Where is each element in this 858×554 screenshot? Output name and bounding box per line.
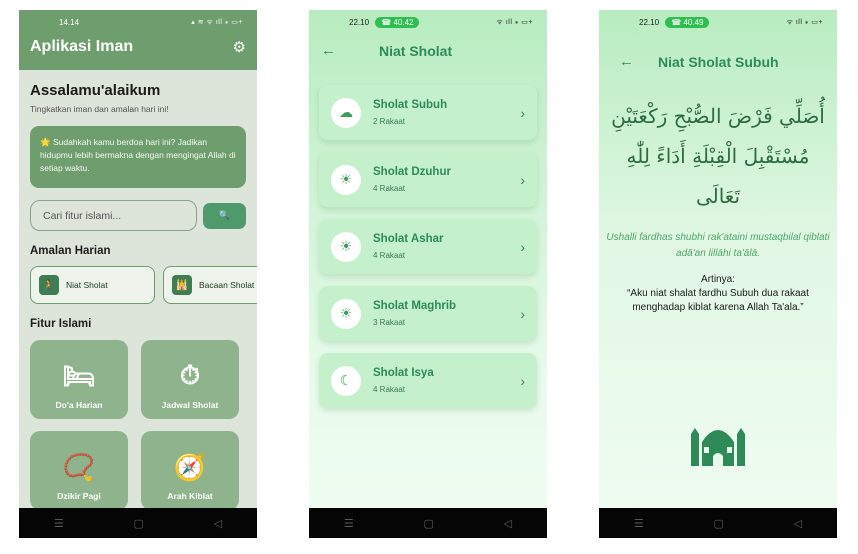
app-header: 14.14 ▴ ≋ ᯤ ıll ⁎ ▭+ Aplikasi Iman ⚙: [19, 10, 257, 70]
chevron-right-icon: ›: [520, 171, 525, 188]
arabic-text: أُصَلِّي فَرْضَ الصُّبْحِ رَكْعَتَيْنِ م…: [599, 70, 837, 216]
status-icons: ᯤ ıll ⁎ ▭+: [786, 18, 823, 26]
latin-transliteration: Ushalli fardhas shubhi rak'ataini mustaq…: [606, 232, 830, 259]
prayer-name: Sholat Ashar: [373, 233, 444, 245]
home-button[interactable]: ▢: [714, 517, 724, 530]
tile-arah-kiblat[interactable]: 🧭 Arah Kiblat: [141, 431, 239, 510]
prayer-card-subuh[interactable]: ☁ Sholat Subuh 2 Rakaat ›: [319, 85, 537, 140]
mosque-icon: 🕌: [172, 275, 192, 295]
chip-bacaan-sholat[interactable]: 🕌 Bacaan Sholat: [163, 266, 257, 304]
recent-apps-button[interactable]: ☰: [634, 517, 644, 530]
status-bar: 22.10 ☎ 40.42 ᯤ ıll ⁎ ▭+: [309, 10, 547, 34]
mosque-icon: [691, 428, 745, 466]
tile-label: Arah Kiblat: [167, 491, 213, 501]
greeting-subtitle: Tingkatkan iman dan amalan hari ini!: [30, 104, 169, 114]
chevron-right-icon: ›: [520, 238, 525, 255]
chevron-right-icon: ›: [520, 305, 525, 322]
status-bar: 22.10 ☎ 40.49 ᯤ ıll ⁎ ▭+: [599, 10, 837, 34]
recent-apps-button[interactable]: ☰: [54, 517, 64, 530]
status-icons: ᯤ ıll ⁎ ▭+: [496, 18, 533, 26]
status-time: 22.10: [639, 17, 660, 27]
gear-icon[interactable]: ⚙: [233, 38, 246, 56]
search-input[interactable]: Cari fitur islami...: [30, 200, 197, 231]
chevron-right-icon: ›: [520, 104, 525, 121]
chip-label: Niat Sholat: [66, 280, 108, 290]
call-timer-badge[interactable]: ☎ 40.49: [665, 16, 710, 28]
section-features-title: Fitur Islami: [30, 318, 92, 330]
translation-label: Artinya:: [701, 274, 735, 285]
section-daily-title: Amalan Harian: [30, 245, 111, 257]
prayer-card-dzuhur[interactable]: ☀ Sholat Dzuhur 4 Rakaat ›: [319, 152, 537, 207]
prayer-rakaat: 2 Rakaat: [373, 117, 406, 126]
back-button[interactable]: ◁: [794, 517, 802, 530]
moon-icon: ☾: [331, 365, 361, 396]
chip-niat-sholat[interactable]: 🧎 Niat Sholat: [30, 266, 155, 304]
search-icon: 🔍: [218, 210, 231, 220]
sunset-icon: ☀: [331, 298, 361, 329]
back-arrow-icon[interactable]: ←: [321, 42, 379, 59]
niat-subuh-screen: 22.10 ☎ 40.49 ᯤ ıll ⁎ ▭+ ← Niat Sholat S…: [599, 10, 837, 538]
sun-low-icon: ☀: [331, 231, 361, 262]
app-title: Aplikasi Iman: [30, 38, 134, 55]
prayer-beads-icon: 📿: [62, 452, 96, 482]
prayer-card-isya[interactable]: ☾ Sholat Isya 4 Rakaat ›: [319, 353, 537, 408]
recent-apps-button[interactable]: ☰: [344, 517, 354, 530]
sun-icon: ☀: [331, 164, 361, 195]
chip-label: Bacaan Sholat: [199, 280, 255, 290]
home-button[interactable]: ▢: [424, 517, 434, 530]
back-arrow-icon[interactable]: ←: [619, 53, 658, 70]
compass-icon: 🧭: [173, 452, 207, 482]
tile-doa-harian[interactable]: 🛏 Do'a Harian: [30, 340, 128, 419]
prayer-card-maghrib[interactable]: ☀ Sholat Maghrib 3 Rakaat ›: [319, 286, 537, 341]
prayer-name: Sholat Subuh: [373, 99, 448, 111]
status-bar: 14.14 ▴ ≋ ᯤ ıll ⁎ ▭+: [19, 10, 257, 34]
status-time: 22.10: [349, 17, 370, 27]
chevron-right-icon: ›: [520, 372, 525, 389]
system-nav-bar: ☰ ▢ ◁: [599, 508, 837, 538]
status-icons: ▴ ≋ ᯤ ıll ⁎ ▭+: [191, 18, 243, 26]
tile-jadwal-sholat[interactable]: ⏱ Jadwal Sholat: [141, 340, 239, 419]
tile-dzikir-pagi[interactable]: 📿 Dzikir Pagi: [30, 431, 128, 510]
bed-icon: 🛏: [62, 361, 96, 391]
prayer-name: Sholat Dzuhur: [373, 166, 451, 178]
arabic-line: أُصَلِّي فَرْضَ الصُّبْحِ رَكْعَتَيْنِ: [611, 104, 825, 128]
back-button[interactable]: ◁: [504, 517, 512, 530]
prayer-rakaat: 4 Rakaat: [373, 251, 406, 260]
stopwatch-icon: ⏱: [179, 360, 201, 390]
search-button[interactable]: 🔍: [203, 202, 246, 229]
tile-label: Jadwal Sholat: [161, 400, 219, 410]
call-timer-badge[interactable]: ☎ 40.42: [375, 16, 420, 28]
status-time: 14.14: [59, 17, 80, 27]
prayer-name: Sholat Isya: [373, 367, 434, 379]
page-title: Niat Sholat Subuh: [658, 53, 779, 70]
prayer-rakaat: 3 Rakaat: [373, 318, 406, 327]
prayer-rakaat: 4 Rakaat: [373, 184, 406, 193]
back-button[interactable]: ◁: [214, 517, 222, 530]
page-title: Niat Sholat: [379, 42, 453, 59]
system-nav-bar: ☰ ▢ ◁: [309, 508, 547, 538]
system-nav-bar: ☰ ▢ ◁: [19, 508, 257, 538]
tip-card: 🌟 Sudahkah kamu berdoa hari ini? Jadikan…: [30, 126, 246, 188]
prayer-person-icon: 🧎: [39, 275, 59, 295]
tile-label: Dzikir Pagi: [57, 491, 101, 501]
arabic-line: مُسْتَقْبِلَ الْقِبْلَةِ أَدَاءً لِلّٰهِ…: [626, 144, 810, 208]
home-screen: 14.14 ▴ ≋ ᯤ ıll ⁎ ▭+ Aplikasi Iman ⚙ Ass…: [19, 10, 257, 538]
prayer-rakaat: 4 Rakaat: [373, 385, 406, 394]
prayer-name: Sholat Maghrib: [373, 300, 457, 312]
tile-label: Do'a Harian: [55, 400, 103, 410]
home-button[interactable]: ▢: [134, 517, 144, 530]
cloud-icon: ☁: [331, 97, 361, 128]
greeting-title: Assalamu'alaikum: [30, 82, 161, 99]
niat-sholat-screen: 22.10 ☎ 40.42 ᯤ ıll ⁎ ▭+ ← Niat Sholat ☁…: [309, 10, 547, 538]
prayer-card-ashar[interactable]: ☀ Sholat Ashar 4 Rakaat ›: [319, 219, 537, 274]
translation-text: “Aku niat shalat fardhu Subuh dua rakaat…: [627, 288, 809, 313]
